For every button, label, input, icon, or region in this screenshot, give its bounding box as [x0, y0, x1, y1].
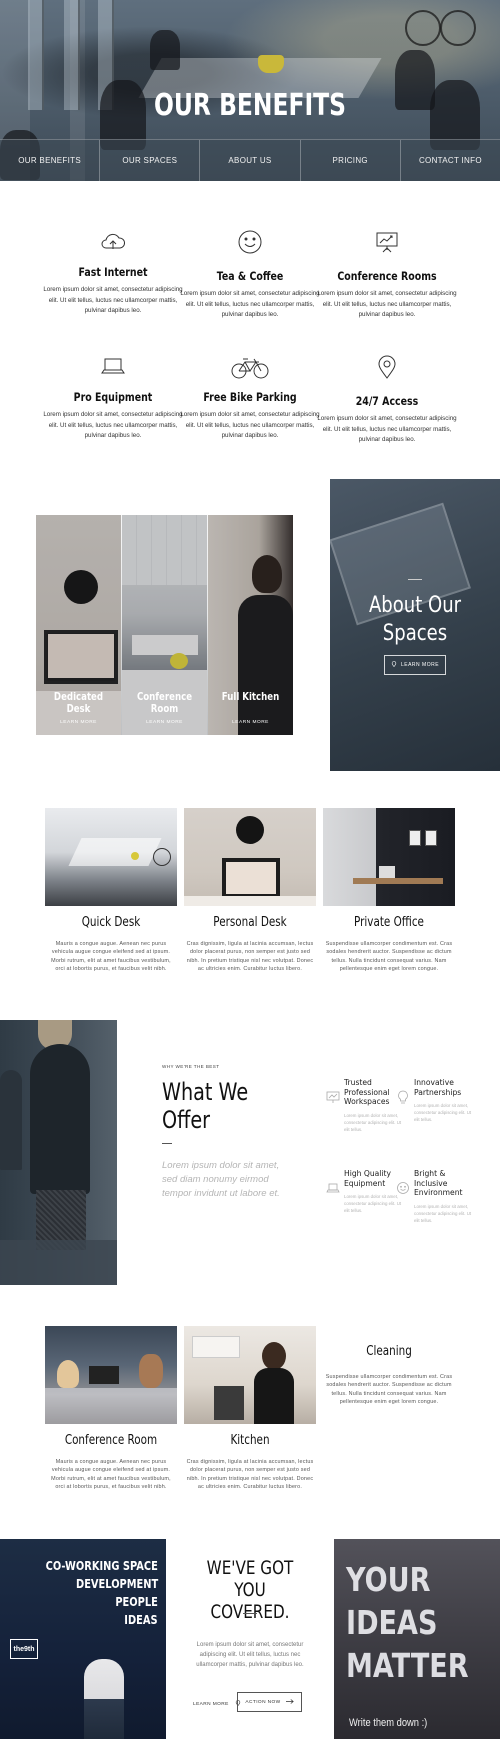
benefit-desc: Lorem ipsum dolor sit amet, consectetur …	[43, 411, 183, 439]
amenity-desc: Cras dignissim, ligula at lacinia accums…	[186, 1459, 314, 1491]
spaces-collage: Dedicated Desk LEARN MORE Conference Roo…	[36, 515, 293, 735]
divider	[243, 1613, 257, 1614]
offer-item-desc: Lorem ipsum dolor sit amet, consectetur …	[344, 1112, 402, 1132]
offer-kicker: WHY WE'RE THE BEST	[162, 1064, 220, 1069]
offer-item-innovative-partnerships: Innovative Partnerships Lorem ipsum dolo…	[398, 1078, 476, 1123]
amenity-image	[45, 1326, 177, 1424]
offer-item-bright-inclusive: Bright & Inclusive Environment Lorem ips…	[397, 1169, 476, 1224]
learn-more-link[interactable]: LEARN MORE	[208, 720, 293, 725]
benefit-title: Conference Rooms	[337, 269, 437, 283]
offer-quote: Lorem ipsum dolor sit amet, sed diam non…	[162, 1160, 280, 1199]
page-title: OUR BENEFITS	[154, 88, 346, 123]
nav-pricing[interactable]: PRICING	[301, 140, 401, 181]
space-image	[323, 808, 455, 906]
map-pin-icon	[373, 353, 401, 381]
space-desc: Cras dignissim, ligula at lacinia accums…	[186, 941, 314, 973]
space-card-private-office[interactable]: Private Office Suspendisse ullamcorper c…	[323, 808, 455, 974]
benefit-title: Free Bike Parking	[203, 390, 297, 404]
offer-title: What We Offer	[162, 1078, 249, 1134]
divider	[408, 579, 422, 580]
main-nav: OUR BENEFITS OUR SPACES ABOUT US PRICING…	[0, 139, 500, 181]
laptop-icon	[326, 1181, 340, 1195]
lightbulb-icon	[396, 1090, 410, 1104]
ideas-matter-photo: YOUR IDEAS MATTER Write them down :)	[334, 1539, 500, 1739]
action-now-button[interactable]: ACTION NOW	[237, 1692, 302, 1712]
space-name: Personal Desk	[213, 915, 287, 930]
space-card-personal-desk[interactable]: Personal Desk Cras dignissim, ligula at …	[184, 808, 316, 974]
benefit-tea-coffee: Tea & Coffee Lorem ipsum dolor sit amet,…	[180, 228, 320, 321]
offer-item-desc: Lorem ipsum dolor sit amet, consectetur …	[414, 1103, 472, 1122]
benefit-desc: Lorem ipsum dolor sit amet, consectetur …	[180, 411, 320, 439]
benefit-pro-equipment: Pro Equipment Lorem ipsum dolor sit amet…	[43, 353, 183, 442]
offer-item-trusted-workspaces: Trusted Professional Workspaces Lorem ip…	[326, 1078, 406, 1133]
benefit-desc: Lorem ipsum dolor sit amet, consectetur …	[317, 415, 457, 443]
collage-dedicated-desk[interactable]: Dedicated Desk LEARN MORE	[36, 515, 121, 735]
about-learn-more-button[interactable]: LEARN MORE	[384, 655, 446, 675]
presentation-chart-icon	[326, 1090, 340, 1104]
space-desc: Mauris a congue augue. Aenean nec purus …	[51, 941, 171, 973]
benefit-24-7-access: 24/7 Access Lorem ipsum dolor sit amet, …	[317, 353, 457, 446]
laptop-icon	[99, 353, 127, 381]
smiley-icon	[236, 228, 264, 256]
benefit-title: 24/7 Access	[355, 394, 419, 408]
nav-contact-info[interactable]: CONTACT INFO	[401, 140, 500, 181]
benefit-conference-rooms: Conference Rooms Lorem ipsum dolor sit a…	[317, 228, 457, 321]
offer-item-desc: Lorem ipsum dolor sit amet, consectetur …	[414, 1203, 472, 1223]
amenity-desc-cleaning: Suspendisse ullamcorper condimentum est.…	[325, 1374, 453, 1406]
amenity-name-cleaning: Cleaning	[366, 1344, 412, 1359]
collage-label: Dedicated Desk	[53, 691, 104, 715]
nav-our-spaces[interactable]: OUR SPACES	[100, 140, 201, 181]
bicycle-icon	[230, 353, 270, 381]
collage-label: Conference Room	[136, 691, 193, 715]
benefit-desc: Lorem ipsum dolor sit amet, consectetur …	[317, 290, 457, 318]
footer-learn-more-link[interactable]: LEARN MORE	[193, 1700, 241, 1708]
benefit-free-bike-parking: Free Bike Parking Lorem ipsum dolor sit …	[180, 353, 320, 442]
nav-about-us[interactable]: ABOUT US	[200, 140, 301, 181]
amenity-desc: Mauris a congue augue. Aenean nec purus …	[51, 1459, 171, 1491]
arrow-right-icon	[285, 1698, 294, 1706]
offer-item-title: Bright & Inclusive Environment	[414, 1169, 463, 1197]
cloud-upload-icon	[99, 228, 127, 256]
space-card-quick-desk[interactable]: Quick Desk Mauris a congue augue. Aenean…	[45, 808, 177, 974]
space-name: Private Office	[354, 915, 424, 930]
wall-logo: the9th	[10, 1639, 38, 1659]
benefit-title: Tea & Coffee	[216, 269, 284, 283]
space-name: Quick Desk	[81, 915, 141, 930]
amenity-name: Conference Room	[64, 1433, 158, 1448]
collage-label: Full Kitchen	[221, 691, 280, 703]
offer-photo	[0, 1020, 117, 1285]
amenity-image	[184, 1326, 316, 1424]
coworking-wall-photo: CO-WORKING SPACE DEVELOPMENT PEOPLE IDEA…	[0, 1539, 166, 1739]
about-spaces-panel: About Our Spaces LEARN MORE	[330, 479, 500, 771]
covered-desc: Lorem ipsum dolor sit amet, consectetur …	[196, 1642, 304, 1668]
amenity-card-conference-room[interactable]: Conference Room Mauris a congue augue. A…	[45, 1326, 177, 1492]
space-desc: Suspendisse ullamcorper condimentum est.…	[325, 941, 453, 973]
space-image	[184, 808, 316, 906]
collage-conference-room[interactable]: Conference Room LEARN MORE	[121, 515, 208, 735]
benefit-fast-internet: Fast Internet Lorem ipsum dolor sit amet…	[43, 228, 183, 317]
amenity-name: Kitchen	[230, 1433, 270, 1448]
about-spaces-title: About Our Spaces	[368, 593, 462, 646]
learn-more-link[interactable]: LEARN MORE	[36, 720, 121, 725]
divider	[162, 1143, 172, 1144]
presentation-board-icon	[373, 228, 401, 256]
collage-full-kitchen[interactable]: Full Kitchen LEARN MORE	[208, 515, 293, 735]
benefit-desc: Lorem ipsum dolor sit amet, consectetur …	[180, 290, 320, 318]
amenity-card-kitchen[interactable]: Kitchen Cras dignissim, ligula at lacini…	[184, 1326, 316, 1492]
benefit-title: Fast Internet	[78, 265, 148, 279]
benefit-desc: Lorem ipsum dolor sit amet, consectetur …	[43, 286, 183, 314]
offer-item-desc: Lorem ipsum dolor sit amet, consectetur …	[344, 1194, 402, 1213]
space-image	[45, 808, 177, 906]
nav-our-benefits[interactable]: OUR BENEFITS	[0, 140, 101, 181]
benefit-title: Pro Equipment	[73, 390, 153, 404]
offer-item-title: Innovative Partnerships	[414, 1078, 462, 1097]
learn-more-link[interactable]: LEARN MORE	[122, 720, 207, 725]
smiley-icon	[396, 1181, 410, 1195]
map-pin-icon	[391, 661, 397, 669]
